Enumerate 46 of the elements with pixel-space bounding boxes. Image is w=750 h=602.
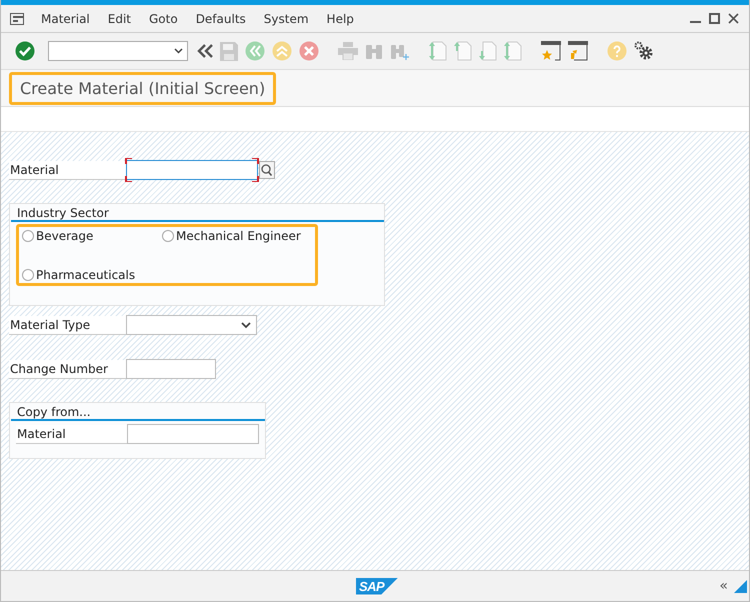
caret-icon (241, 322, 251, 328)
help-icon[interactable] (607, 41, 627, 61)
menu-icon[interactable] (10, 12, 24, 24)
radio-option[interactable]: Pharmaceuticals (22, 267, 162, 283)
back-icon[interactable] (245, 41, 265, 61)
radio-option[interactable]: Beverage (22, 228, 162, 244)
menu-item[interactable]: System (258, 12, 314, 26)
cancel-icon[interactable] (299, 41, 319, 61)
material-type-dropdown[interactable] (126, 315, 257, 335)
maximize-icon[interactable] (709, 13, 720, 24)
sap-logo: SAP (356, 578, 398, 594)
menu-item[interactable]: Edit (102, 12, 136, 26)
checkmark-icon[interactable] (15, 41, 35, 61)
caret-icon (174, 48, 183, 54)
copy-material-input[interactable] (127, 424, 259, 444)
page-down-arrow-icon[interactable] (479, 41, 497, 61)
binoculars-icon[interactable] (365, 42, 383, 60)
menu-item[interactable]: Material (36, 12, 95, 26)
window-star-icon[interactable] (541, 41, 561, 61)
close-icon[interactable] (728, 13, 739, 24)
page-up-arrow-icon[interactable] (454, 41, 472, 61)
radio-option[interactable]: Mechanical Engineer (162, 228, 315, 244)
group-title: Copy from... (11, 404, 265, 421)
change-number-input[interactable] (126, 359, 216, 379)
menu-item[interactable]: Goto (144, 12, 183, 26)
screen-title: Create Material (Initial Screen) (9, 72, 276, 104)
collapse-button[interactable]: « (719, 578, 728, 594)
settings-icon[interactable] (634, 41, 654, 61)
field-label: Material Type (9, 316, 126, 334)
group-title: Industry Sector (11, 205, 384, 222)
search-help-icon[interactable] (259, 161, 275, 179)
save-icon[interactable] (220, 42, 238, 60)
field-label: Material (16, 424, 127, 444)
field-label: Change Number (9, 360, 126, 378)
page-arrows-icon[interactable] (504, 41, 522, 61)
window-arrow-icon[interactable] (568, 41, 588, 61)
double-chevron-icon[interactable] (197, 44, 213, 58)
corner-icon (734, 580, 747, 592)
material-input[interactable] (126, 160, 258, 180)
page-arrows-icon[interactable] (429, 41, 447, 61)
print-icon[interactable] (338, 42, 358, 60)
field-label: Material (9, 160, 126, 180)
command-field[interactable] (48, 41, 188, 61)
menu-item[interactable]: Help (322, 12, 359, 26)
binoculars-plus-icon[interactable] (390, 42, 410, 60)
menu-item[interactable]: Defaults (190, 12, 251, 26)
